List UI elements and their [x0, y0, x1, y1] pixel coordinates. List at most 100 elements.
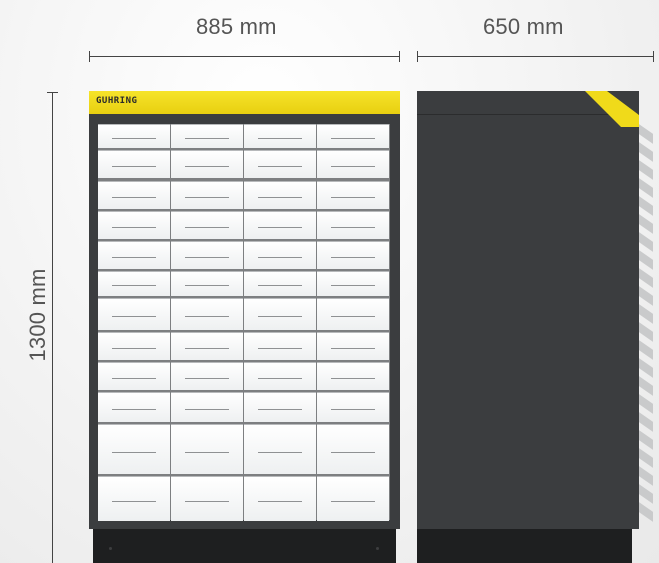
drawer[interactable] — [171, 181, 243, 209]
drawer-handle — [331, 227, 375, 228]
drawer[interactable] — [98, 392, 170, 422]
drawer-handle — [185, 378, 229, 379]
drawer[interactable] — [244, 332, 316, 360]
drawer[interactable] — [244, 241, 316, 269]
drawer[interactable] — [244, 424, 316, 474]
drawer[interactable] — [171, 124, 243, 148]
side-rib — [639, 376, 653, 396]
drawer[interactable] — [244, 124, 316, 148]
drawer[interactable] — [98, 298, 170, 330]
side-rib — [639, 322, 653, 342]
drawer[interactable] — [317, 392, 389, 422]
drawer-handle — [331, 378, 375, 379]
drawer[interactable] — [171, 392, 243, 422]
dimension-height-line — [52, 92, 53, 563]
drawer-handle — [112, 316, 156, 317]
drawer[interactable] — [171, 241, 243, 269]
drawer-handle — [331, 138, 375, 139]
drawer[interactable] — [244, 271, 316, 296]
drawer-handle — [112, 257, 156, 258]
drawer-handle — [331, 197, 375, 198]
drawer-handle — [331, 285, 375, 286]
drawer-handle — [112, 166, 156, 167]
drawer-handle — [112, 409, 156, 410]
drawer[interactable] — [244, 150, 316, 178]
drawer-handle — [331, 409, 375, 410]
side-rib — [639, 304, 653, 324]
side-rib — [639, 394, 653, 414]
side-rib — [639, 178, 653, 198]
drawer[interactable] — [317, 298, 389, 330]
side-rib — [639, 448, 653, 468]
drawer[interactable] — [171, 332, 243, 360]
drawer-handle — [112, 348, 156, 349]
base-foot-dot — [376, 547, 379, 550]
dimension-width-front-label: 885 mm — [196, 14, 277, 39]
dimension-tick — [399, 51, 400, 62]
drawer[interactable] — [98, 424, 170, 474]
drawer[interactable] — [317, 424, 389, 474]
drawer[interactable] — [98, 211, 170, 239]
drawer-handle — [331, 166, 375, 167]
drawer[interactable] — [244, 392, 316, 422]
drawer[interactable] — [317, 332, 389, 360]
drawer[interactable] — [317, 211, 389, 239]
dimension-height-label: 1300 mm — [25, 268, 50, 362]
drawer[interactable] — [317, 362, 389, 390]
drawer[interactable] — [244, 298, 316, 330]
drawer[interactable] — [244, 362, 316, 390]
drawer-handle — [112, 285, 156, 286]
drawer[interactable] — [171, 424, 243, 474]
drawer[interactable] — [317, 271, 389, 296]
drawer[interactable] — [244, 476, 316, 521]
drawer[interactable] — [171, 211, 243, 239]
drawer-handle — [258, 316, 302, 317]
drawer[interactable] — [317, 181, 389, 209]
drawer-handle — [258, 257, 302, 258]
drawer[interactable] — [317, 150, 389, 178]
drawer[interactable] — [98, 332, 170, 360]
drawer[interactable] — [98, 362, 170, 390]
drawer[interactable] — [317, 124, 389, 148]
drawer-handle — [185, 452, 229, 453]
drawer-handle — [185, 227, 229, 228]
drawer-handle — [258, 166, 302, 167]
drawer[interactable] — [171, 298, 243, 330]
side-rib — [639, 214, 653, 234]
drawer[interactable] — [98, 181, 170, 209]
drawer-handle — [258, 227, 302, 228]
side-rib — [639, 196, 653, 216]
drawer-handle — [112, 501, 156, 502]
drawer-handle — [185, 257, 229, 258]
drawer[interactable] — [98, 476, 170, 521]
dimension-width-side-line — [417, 56, 653, 57]
cabinet-front-body — [89, 114, 400, 529]
drawer[interactable] — [171, 271, 243, 296]
drawer[interactable] — [98, 241, 170, 269]
side-rib — [639, 232, 653, 252]
drawer[interactable] — [171, 362, 243, 390]
drawer-handle — [331, 257, 375, 258]
drawer[interactable] — [244, 181, 316, 209]
drawer-handle — [112, 227, 156, 228]
drawer[interactable] — [317, 241, 389, 269]
cabinet-side-body — [417, 91, 639, 529]
drawer-handle — [331, 452, 375, 453]
drawer[interactable] — [98, 271, 170, 296]
drawer[interactable] — [98, 124, 170, 148]
side-rib — [639, 268, 653, 288]
drawer[interactable] — [171, 150, 243, 178]
drawer-handle — [258, 409, 302, 410]
side-rib — [639, 412, 653, 432]
drawer[interactable] — [171, 476, 243, 521]
dimension-tick — [89, 51, 90, 62]
drawer-handle — [185, 138, 229, 139]
drawer-handle — [258, 138, 302, 139]
cabinet-side-base — [417, 529, 632, 563]
drawer[interactable] — [244, 211, 316, 239]
drawer[interactable] — [98, 150, 170, 178]
drawer[interactable] — [317, 476, 389, 521]
drawer-handle — [331, 316, 375, 317]
drawer-handle — [112, 197, 156, 198]
dimension-width-side-label: 650 mm — [483, 14, 564, 39]
